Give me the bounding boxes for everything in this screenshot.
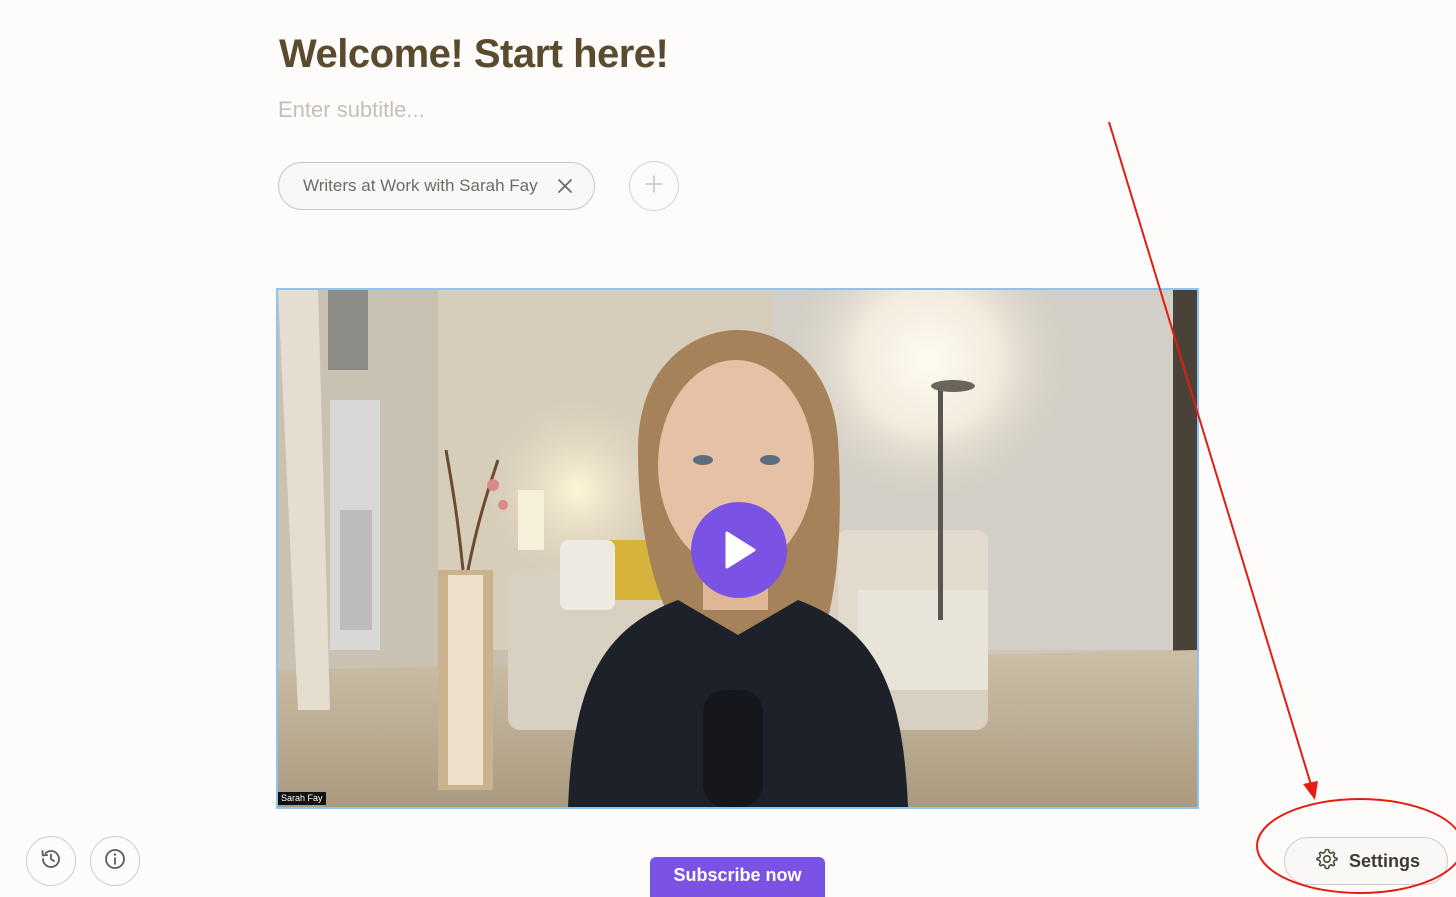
add-tag-button[interactable] xyxy=(629,161,679,211)
video-embed[interactable]: Sarah Fay xyxy=(276,288,1199,809)
history-icon xyxy=(39,847,63,876)
settings-button[interactable]: Settings xyxy=(1284,837,1448,885)
post-title[interactable]: Welcome! Start here! xyxy=(279,30,669,78)
play-icon xyxy=(721,530,757,570)
gear-icon xyxy=(1315,847,1339,876)
tag-chip[interactable]: Writers at Work with Sarah Fay xyxy=(278,162,595,210)
post-info-button[interactable] xyxy=(90,836,140,886)
subscribe-button[interactable]: Subscribe now xyxy=(650,857,825,897)
annotation-arrowhead xyxy=(1303,781,1318,800)
version-history-button[interactable] xyxy=(26,836,76,886)
close-icon[interactable] xyxy=(554,175,576,197)
play-button[interactable] xyxy=(691,502,787,598)
info-icon xyxy=(103,847,127,876)
tag-chip-label: Writers at Work with Sarah Fay xyxy=(303,176,538,195)
plus-icon xyxy=(643,173,665,200)
settings-label: Settings xyxy=(1349,850,1421,871)
speaker-name-tag: Sarah Fay xyxy=(278,792,326,805)
post-editor: Welcome! Start here! Writers at Work wit… xyxy=(0,0,1456,897)
subtitle-input[interactable] xyxy=(278,94,878,126)
